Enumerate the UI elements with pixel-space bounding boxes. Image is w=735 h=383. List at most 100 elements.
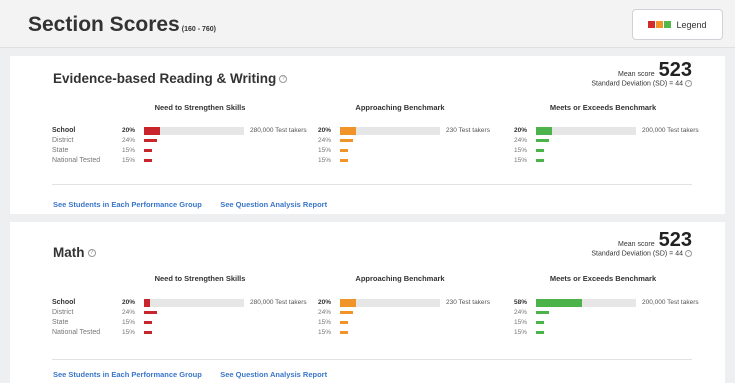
bar-fill xyxy=(536,331,544,334)
percent-value: 58% xyxy=(514,299,528,306)
bar-track xyxy=(144,299,244,307)
percent-value: 24% xyxy=(122,137,136,144)
legend-swatch-red xyxy=(648,21,656,28)
bar-track xyxy=(340,331,440,334)
legend-swatch-orange xyxy=(656,21,664,28)
legend-swatches-icon xyxy=(648,21,672,28)
bar-track xyxy=(340,321,440,324)
percent-value: 15% xyxy=(122,329,136,336)
percent-value: 15% xyxy=(122,319,136,326)
test-takers-count: 230 Test takers xyxy=(446,299,490,306)
info-icon[interactable]: ? xyxy=(685,80,692,87)
bar-fill xyxy=(536,321,544,324)
standard-deviation-text: Standard Deviation (SD) = 44 xyxy=(591,80,683,88)
row-label: School xyxy=(52,127,76,134)
bar-track xyxy=(536,139,636,142)
percent-value: 20% xyxy=(514,127,528,134)
bar-fill xyxy=(536,311,549,314)
bar-track xyxy=(536,159,636,162)
row-label: District xyxy=(52,137,74,144)
bar-track xyxy=(144,127,244,135)
bar-fill xyxy=(340,159,348,162)
percent-value: 24% xyxy=(122,309,136,316)
bar-fill xyxy=(144,159,152,162)
question-analysis-link[interactable]: See Question Analysis Report xyxy=(220,370,327,379)
performance-rows: School 20% 280,000 Test takers 20% 230 T… xyxy=(52,126,712,166)
row-state: State 15% 15% 15% xyxy=(52,146,712,156)
row-label: State xyxy=(52,319,69,326)
bar-fill xyxy=(144,139,157,142)
row-label: District xyxy=(52,309,74,316)
info-icon[interactable]: ? xyxy=(685,250,692,257)
percent-value: 15% xyxy=(514,319,528,326)
score-range: (160 - 760) xyxy=(181,26,216,33)
section-title: Math? xyxy=(53,245,96,260)
bar-track xyxy=(536,127,636,135)
bar-fill xyxy=(536,127,552,135)
row-state: State 15% 15% 15% xyxy=(52,318,712,328)
page-title-text: Section Scores xyxy=(28,13,180,36)
percent-value: 24% xyxy=(514,309,528,316)
divider xyxy=(52,184,692,185)
percent-value: 15% xyxy=(122,157,136,164)
percent-value: 15% xyxy=(514,147,528,154)
bar-track xyxy=(340,139,440,142)
see-students-link[interactable]: See Students in Each Performance Group xyxy=(53,370,202,379)
bar-track xyxy=(340,149,440,152)
question-analysis-link[interactable]: See Question Analysis Report xyxy=(220,200,327,209)
column-header-need: Need to Strengthen Skills xyxy=(154,274,246,283)
row-school: School 20% 280,000 Test takers 20% 230 T… xyxy=(52,298,712,308)
test-takers-count: 200,000 Test takers xyxy=(642,127,699,134)
bar-track xyxy=(536,331,636,334)
bar-fill xyxy=(144,311,157,314)
bar-track xyxy=(340,159,440,162)
bar-fill xyxy=(144,299,150,307)
test-takers-count: 200,000 Test takers xyxy=(642,299,699,306)
legend-label: Legend xyxy=(676,19,707,30)
row-school: School 20% 280,000 Test takers 20% 230 T… xyxy=(52,126,712,136)
bar-track xyxy=(340,127,440,135)
bar-track xyxy=(340,311,440,314)
bar-track xyxy=(144,159,244,162)
percent-value: 15% xyxy=(514,329,528,336)
mean-score-label: Mean score xyxy=(618,241,655,248)
row-national-tested: National Tested 15% 15% 15% xyxy=(52,156,712,166)
bar-fill xyxy=(340,149,348,152)
bar-fill xyxy=(340,331,348,334)
row-label: State xyxy=(52,147,69,154)
bar-track xyxy=(536,149,636,152)
see-students-link[interactable]: See Students in Each Performance Group xyxy=(53,200,202,209)
mean-score-block: Mean score 523 Standard Deviation (SD) = … xyxy=(591,229,692,257)
row-national-tested: National Tested 15% 15% 15% xyxy=(52,328,712,338)
info-icon[interactable]: ? xyxy=(279,75,288,84)
info-icon[interactable]: ? xyxy=(87,249,96,258)
bar-track xyxy=(536,299,636,307)
row-label: National Tested xyxy=(52,157,101,164)
percent-value: 20% xyxy=(122,299,136,306)
row-district: District 24% 24% 24% xyxy=(52,136,712,146)
bar-fill xyxy=(144,149,152,152)
standard-deviation-text: Standard Deviation (SD) = 44 xyxy=(591,250,683,258)
report-links: See Students in Each Performance Group S… xyxy=(53,194,341,212)
row-district: District 24% 24% 24% xyxy=(52,308,712,318)
bar-fill xyxy=(340,127,356,135)
test-takers-count: 280,000 Test takers xyxy=(250,299,307,306)
percent-value: 15% xyxy=(514,157,528,164)
bar-track xyxy=(144,149,244,152)
percent-value: 24% xyxy=(514,137,528,144)
bar-fill xyxy=(340,299,356,307)
bar-track xyxy=(144,321,244,324)
column-header-meets: Meets or Exceeds Benchmark xyxy=(549,274,657,283)
column-header-approaching: Approaching Benchmark xyxy=(355,103,445,112)
test-takers-count: 280,000 Test takers xyxy=(250,127,307,134)
bar-fill xyxy=(536,139,549,142)
divider xyxy=(52,359,692,360)
percent-value: 20% xyxy=(318,127,332,134)
legend-button[interactable]: Legend xyxy=(632,9,723,40)
column-header-meets: Meets or Exceeds Benchmark xyxy=(549,103,657,112)
bar-fill xyxy=(144,127,160,135)
percent-value: 15% xyxy=(318,319,332,326)
percent-value: 20% xyxy=(122,127,136,134)
bar-fill xyxy=(536,149,544,152)
mean-score-label: Mean score xyxy=(618,71,655,78)
